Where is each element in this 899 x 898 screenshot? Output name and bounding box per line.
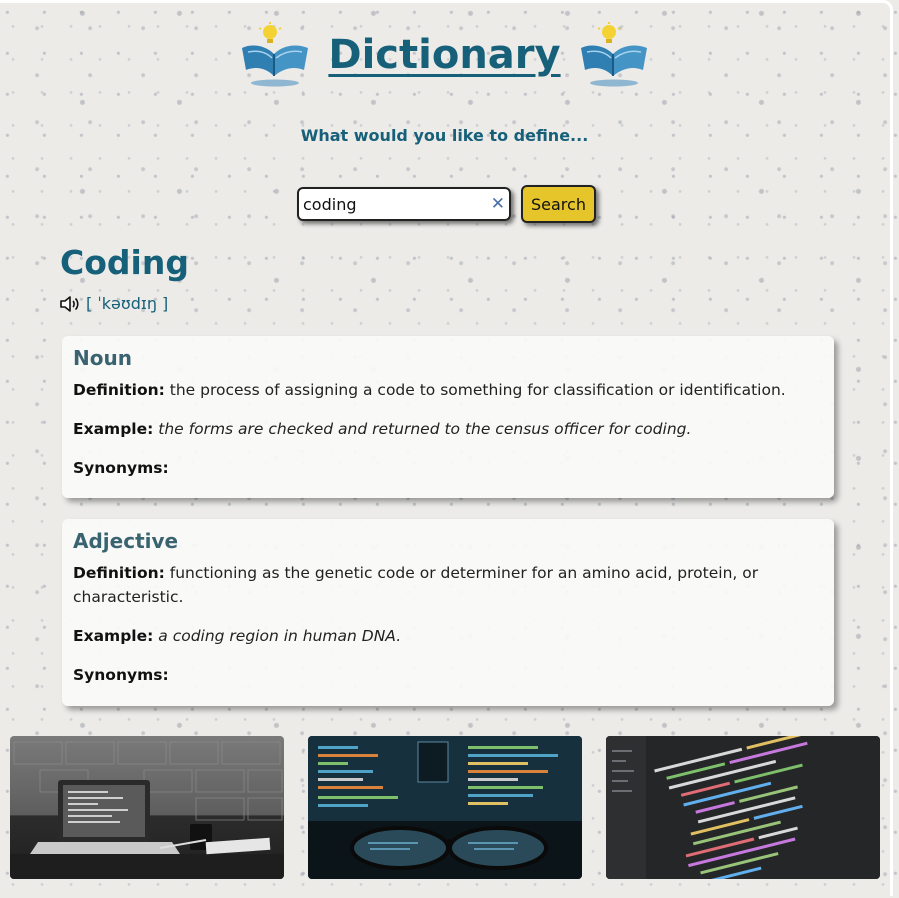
phonetic-row: [ ˈkəʊdɪŋ ] xyxy=(60,294,168,313)
example-line: Example: the forms are checked and retur… xyxy=(73,417,823,441)
meaning-card: Adjective Definition: functioning as the… xyxy=(62,519,834,706)
book-lightbulb-icon xyxy=(242,22,309,87)
synonyms-label: Synonyms: xyxy=(73,459,169,477)
example-text: the forms are checked and returned to th… xyxy=(158,420,692,438)
definition-label: Definition: xyxy=(73,564,165,582)
synonyms-label: Synonyms: xyxy=(73,666,169,684)
glasses-in-front-of-monitor-image[interactable] xyxy=(308,736,582,879)
laptop-on-desk-image[interactable] xyxy=(10,736,284,879)
speaker-icon[interactable] xyxy=(60,295,80,313)
definition-text: functioning as the genetic code or deter… xyxy=(73,564,759,606)
search-button[interactable]: Search xyxy=(521,185,596,223)
image-gallery xyxy=(10,736,880,879)
definition-text: the process of assigning a code to somet… xyxy=(169,381,786,399)
example-label: Example: xyxy=(73,420,154,438)
book-lightbulb-icon xyxy=(580,22,647,87)
phonetic-text: [ ˈkəʊdɪŋ ] xyxy=(86,294,169,313)
synonyms-line: Synonyms: xyxy=(73,456,823,480)
synonyms-line: Synonyms: xyxy=(73,663,823,687)
example-line: Example: a coding region in human DNA. xyxy=(73,624,823,648)
close-icon[interactable]: ✕ xyxy=(491,195,505,213)
definition-label: Definition: xyxy=(73,381,165,399)
definition-line: Definition: functioning as the genetic c… xyxy=(73,561,823,609)
example-text: a coding region in human DNA. xyxy=(158,627,402,645)
example-label: Example: xyxy=(73,627,154,645)
search-input-wrapper: ✕ xyxy=(297,187,511,221)
search-form: ✕ Search xyxy=(297,185,596,223)
search-prompt: What would you like to define... xyxy=(300,126,589,145)
definition-line: Definition: the process of assigning a c… xyxy=(73,378,823,402)
code-editor-screen-image[interactable] xyxy=(606,736,880,879)
page-title-link[interactable]: Dictionary xyxy=(328,32,560,78)
meaning-card: Noun Definition: the process of assignin… xyxy=(62,336,834,498)
result-word: Coding xyxy=(60,243,189,282)
search-input[interactable] xyxy=(303,194,491,214)
part-of-speech: Noun xyxy=(73,346,132,370)
part-of-speech: Adjective xyxy=(73,529,179,553)
header: Dictionary xyxy=(0,22,889,92)
